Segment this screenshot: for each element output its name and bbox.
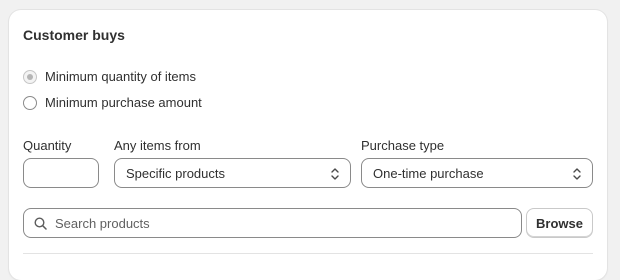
search-placeholder: Search products — [55, 215, 150, 231]
radio-indicator[interactable] — [23, 95, 37, 110]
items-from-value: Specific products — [126, 165, 225, 181]
radio-label: Minimum quantity of items — [45, 69, 196, 84]
radio-indicator-selected[interactable] — [23, 69, 37, 84]
quantity-label: Quantity — [23, 138, 72, 153]
browse-button[interactable]: Browse — [526, 208, 593, 238]
chevron-up-down-icon — [573, 168, 581, 180]
search-icon — [34, 216, 47, 230]
items-from-label: Any items from — [114, 138, 201, 153]
search-products-input[interactable]: Search products — [23, 208, 522, 238]
items-from-select[interactable]: Specific products — [114, 158, 351, 188]
radio-minimum-amount[interactable]: Minimum purchase amount — [23, 95, 202, 110]
radio-minimum-quantity[interactable]: Minimum quantity of items — [23, 69, 196, 84]
radio-label: Minimum purchase amount — [45, 95, 202, 110]
quantity-input[interactable] — [23, 158, 99, 188]
customer-buys-card: Customer buys Minimum quantity of items … — [9, 10, 607, 280]
purchase-type-label: Purchase type — [361, 138, 445, 153]
purchase-type-value: One-time purchase — [373, 165, 484, 181]
section-title: Customer buys — [23, 27, 125, 43]
purchase-type-select[interactable]: One-time purchase — [361, 158, 593, 188]
chevron-up-down-icon — [331, 168, 339, 180]
